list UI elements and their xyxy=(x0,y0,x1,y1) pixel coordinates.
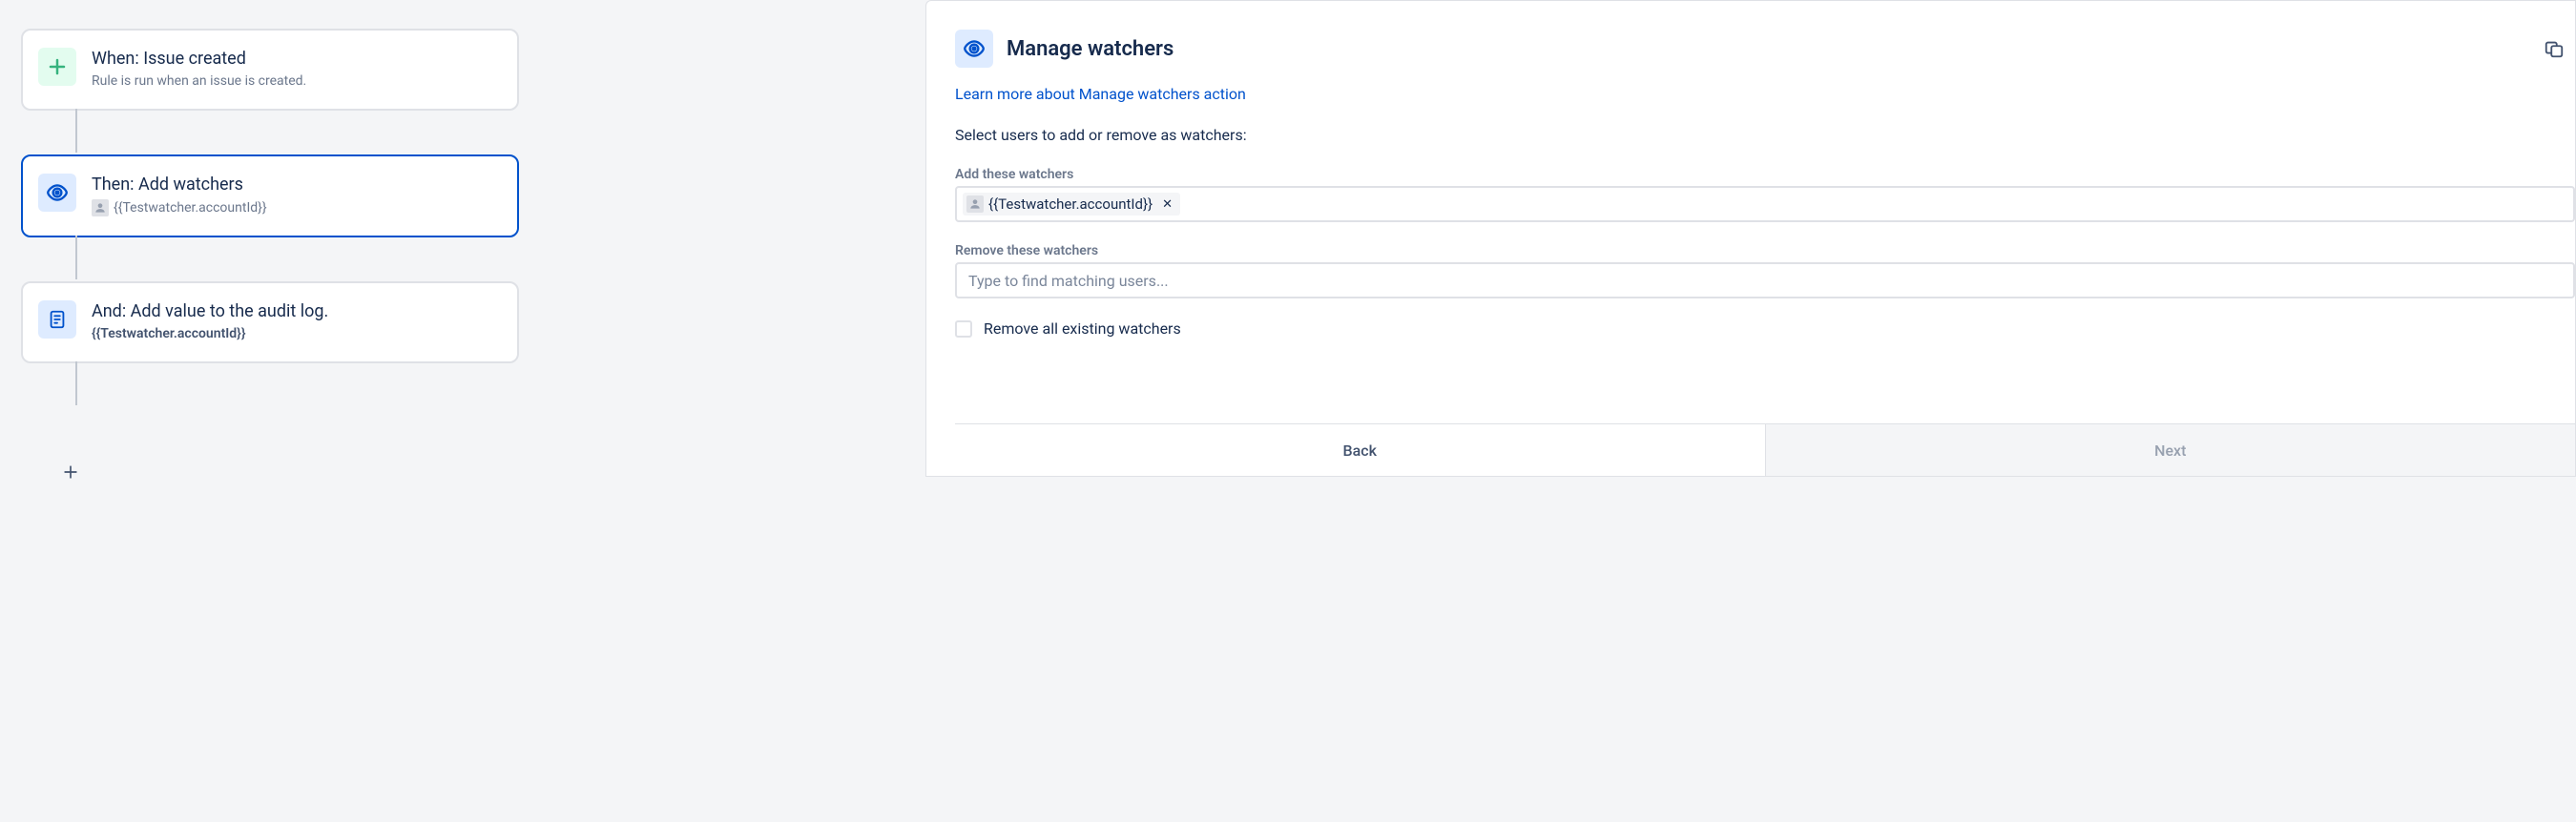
remove-watchers-label: Remove these watchers xyxy=(955,243,2575,258)
flow-column: When: Issue created Rule is run when an … xyxy=(0,0,925,477)
card-subtitle: {{Testwatcher.accountId}} xyxy=(92,198,500,218)
back-button[interactable]: Back xyxy=(955,424,1765,476)
action-card-auditlog[interactable]: And: Add value to the audit log. {{Testw… xyxy=(21,281,519,363)
watcher-value: {{Testwatcher.accountId}} xyxy=(114,198,267,218)
instruction-text: Select users to add or remove as watcher… xyxy=(955,126,2575,144)
card-title: Then: Add watchers xyxy=(92,174,500,195)
panel-title: Manage watchers xyxy=(1007,37,2524,61)
add-component-button[interactable] xyxy=(48,462,93,480)
learn-more-link[interactable]: Learn more about Manage watchers action xyxy=(955,85,2575,103)
action-card-watchers[interactable]: Then: Add watchers {{Testwatcher.account… xyxy=(21,154,519,236)
card-title: And: Add value to the audit log. xyxy=(92,300,500,322)
avatar-icon xyxy=(966,195,984,213)
remove-placeholder: Type to find matching users... xyxy=(963,272,1169,290)
remove-watchers-input[interactable]: Type to find matching users... xyxy=(955,262,2575,298)
eye-icon xyxy=(955,30,993,68)
remove-all-label: Remove all existing watchers xyxy=(984,319,1181,338)
trigger-card[interactable]: When: Issue created Rule is run when an … xyxy=(21,29,519,111)
card-title: When: Issue created xyxy=(92,48,500,70)
card-subtitle: {{Testwatcher.accountId}} xyxy=(92,324,500,344)
add-watchers-input[interactable]: {{Testwatcher.accountId}} ✕ xyxy=(955,186,2575,222)
eye-icon xyxy=(38,174,76,212)
card-subtitle: Rule is run when an issue is created. xyxy=(92,72,500,92)
maximize-icon[interactable] xyxy=(2537,31,2571,66)
avatar-icon xyxy=(92,199,109,216)
plus-icon xyxy=(38,48,76,86)
add-watchers-label: Add these watchers xyxy=(955,167,2575,182)
chip-label: {{Testwatcher.accountId}} xyxy=(988,195,1153,213)
watcher-chip: {{Testwatcher.accountId}} ✕ xyxy=(963,193,1180,216)
document-icon xyxy=(38,300,76,339)
close-icon[interactable]: ✕ xyxy=(1157,197,1177,212)
next-button[interactable]: Next xyxy=(1765,424,2576,476)
config-panel: Manage watchers Learn more about Manage … xyxy=(925,0,2576,477)
remove-all-checkbox[interactable] xyxy=(955,320,972,338)
